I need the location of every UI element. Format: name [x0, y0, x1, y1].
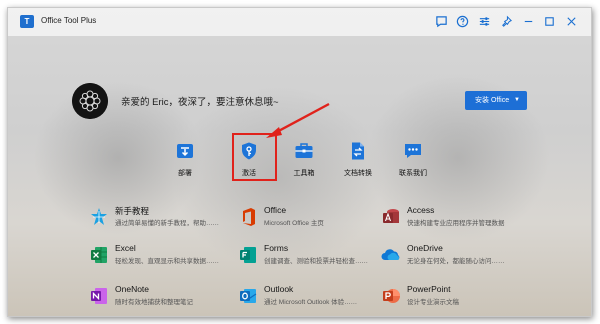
- office-icon: [238, 207, 258, 227]
- app-desc: 通过简单易懂的新手教程，帮助……: [115, 220, 219, 227]
- nav-label: 部署: [178, 170, 192, 177]
- settings-sliders-icon[interactable]: [476, 14, 492, 30]
- app-desc: 创建调查、测验和投票并轻松查……: [264, 258, 368, 265]
- app-desc: 设计专业演示文稿: [407, 299, 459, 306]
- app-excel[interactable]: Excel 轻松发现、直观显示和共享数据……: [89, 243, 239, 269]
- app-onenote[interactable]: OneNote 随时有效地捕获和整理笔记: [89, 284, 239, 310]
- window-title: Office Tool Plus: [41, 16, 97, 25]
- greeting-text: 亲爱的 Eric，夜深了，要注意休息哦~: [121, 97, 279, 108]
- app-logo-icon: T: [20, 15, 34, 28]
- powerpoint-icon: [381, 286, 401, 306]
- app-desc: 轻松发现、直观显示和共享数据……: [115, 258, 219, 265]
- toolbox-icon: [294, 141, 314, 161]
- nav-deploy[interactable]: 部署: [165, 141, 205, 181]
- doc-convert-icon: [348, 141, 368, 161]
- title-bar: T Office Tool Plus: [8, 8, 591, 36]
- onedrive-icon: [381, 245, 401, 265]
- maximize-icon[interactable]: [541, 14, 557, 30]
- app-desc: 随时有效地捕获和整理笔记: [115, 299, 193, 306]
- app-tutorial[interactable]: 新手教程 通过简单易懂的新手教程，帮助……: [89, 205, 239, 231]
- app-window: T Office Tool Plus 亲爱的 Eric，夜深了，要注意休息哦~ …: [7, 7, 592, 317]
- install-office-label: 安装 Office: [475, 97, 510, 104]
- nav-convert[interactable]: 文档转换: [338, 141, 378, 181]
- minimize-icon[interactable]: [520, 14, 536, 30]
- app-desc: 快速构建专业应用程序并管理数据: [407, 220, 505, 227]
- activate-highlight-box: [232, 133, 277, 181]
- close-icon[interactable]: [563, 14, 579, 30]
- app-name: 新手教程: [115, 206, 150, 216]
- help-icon[interactable]: [454, 14, 470, 30]
- deploy-icon: [175, 141, 195, 161]
- app-name: Office: [264, 205, 287, 215]
- app-onedrive[interactable]: OneDrive 无论身在何处，都能随心访问……: [381, 243, 531, 269]
- app-name: Access: [407, 205, 435, 215]
- nav-label: 工具箱: [293, 170, 315, 177]
- app-forms[interactable]: Forms 创建调查、测验和投票并轻松查……: [238, 243, 388, 269]
- tutorial-icon: [89, 207, 109, 227]
- app-outlook[interactable]: Outlook 通过 Microsoft Outlook 体验……: [238, 284, 388, 310]
- feedback-icon[interactable]: [433, 14, 449, 30]
- app-name: Excel: [115, 243, 136, 253]
- app-name: OneDrive: [407, 243, 443, 253]
- app-name: PowerPoint: [407, 284, 451, 294]
- chevron-down-icon: ▼: [514, 97, 520, 103]
- app-name: OneNote: [115, 284, 150, 294]
- access-icon: [381, 207, 401, 227]
- app-name: Forms: [264, 243, 289, 253]
- app-powerpoint[interactable]: PowerPoint 设计专业演示文稿: [381, 284, 531, 310]
- nav-toolbox[interactable]: 工具箱: [284, 141, 324, 181]
- avatar[interactable]: [72, 83, 108, 119]
- app-name: Outlook: [264, 284, 294, 294]
- annotation-arrow: [266, 102, 330, 138]
- onenote-icon: [89, 286, 109, 306]
- app-access[interactable]: Access 快速构建专业应用程序并管理数据: [381, 205, 531, 231]
- nav-label: 联系我们: [399, 170, 427, 177]
- nav-label: 文档转换: [344, 170, 372, 177]
- install-office-button[interactable]: 安装 Office ▼: [465, 91, 527, 110]
- pin-icon[interactable]: [498, 14, 514, 30]
- outlook-icon: [238, 286, 258, 306]
- chat-icon: [403, 141, 423, 161]
- app-office[interactable]: Office Microsoft Office 主页: [238, 205, 388, 231]
- app-desc: 通过 Microsoft Outlook 体验……: [264, 299, 358, 306]
- app-desc: Microsoft Office 主页: [264, 220, 324, 227]
- excel-icon: [89, 245, 109, 265]
- forms-icon: [238, 245, 258, 265]
- app-desc: 无论身在何处，都能随心访问……: [407, 258, 505, 265]
- nav-contact[interactable]: 联系我们: [393, 141, 433, 181]
